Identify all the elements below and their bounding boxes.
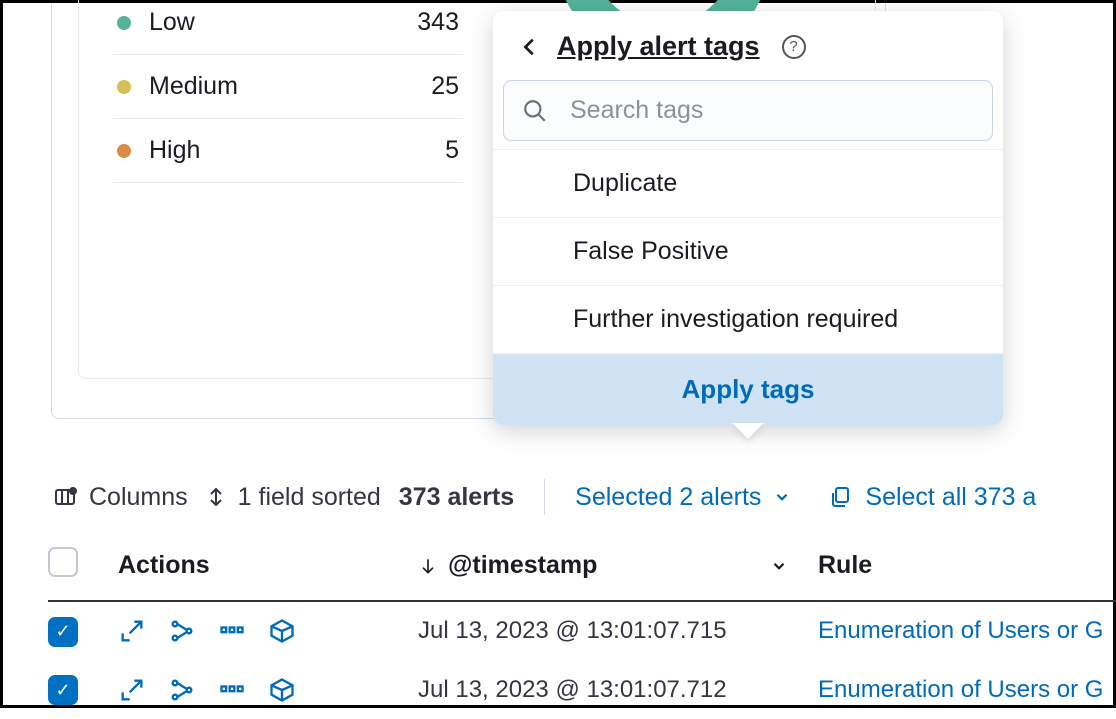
- severity-count: 5: [445, 136, 459, 165]
- header-rule[interactable]: Rule: [818, 551, 1116, 580]
- pages-icon: [829, 485, 853, 509]
- tag-option-duplicate[interactable]: Duplicate: [493, 149, 1003, 217]
- timestamp-cell: Jul 13, 2023 @ 13:01:07.715: [418, 617, 818, 645]
- popover-title: Apply alert tags: [557, 31, 760, 62]
- popover-header: Apply alert tags ?: [493, 11, 1003, 80]
- severity-row-low[interactable]: Low 343: [113, 0, 463, 55]
- severity-label: High: [149, 136, 200, 165]
- actions-cell: [118, 617, 418, 645]
- selected-alerts-button[interactable]: Selected 2 alerts: [575, 483, 791, 512]
- severity-label: Low: [149, 8, 195, 37]
- session-icon[interactable]: [218, 617, 246, 645]
- popover-caret-icon: [732, 423, 764, 439]
- severity-label: Medium: [149, 72, 238, 101]
- session-icon[interactable]: [218, 676, 246, 704]
- chevron-down-icon[interactable]: [770, 557, 788, 575]
- actions-cell: [118, 676, 418, 704]
- severity-count: 25: [431, 72, 459, 101]
- expand-icon[interactable]: [118, 617, 146, 645]
- select-all-label: Select all 373 a: [865, 483, 1036, 512]
- row-checkbox[interactable]: ✓: [48, 675, 78, 705]
- alerts-table: Actions @timestamp Rule ✓ Jul 13, 2023 @…: [48, 533, 1116, 719]
- header-timestamp[interactable]: @timestamp: [418, 551, 818, 580]
- dot-medium-icon: [117, 80, 131, 94]
- arrow-down-icon: [418, 556, 438, 576]
- rule-cell[interactable]: Enumeration of Users or G: [818, 676, 1116, 704]
- rule-cell[interactable]: Enumeration of Users or G: [818, 617, 1116, 645]
- apply-tags-popover: Apply alert tags ? Duplicate False Posit…: [493, 11, 1003, 425]
- selected-label: Selected 2 alerts: [575, 483, 761, 512]
- row-checkbox[interactable]: ✓: [48, 617, 78, 647]
- table-row: ✓ Jul 13, 2023 @ 13:01:07.715 Enumeratio…: [48, 602, 1116, 661]
- severity-count: 343: [417, 8, 459, 37]
- sorted-label: 1 field sorted: [238, 483, 381, 512]
- columns-label: Columns: [89, 483, 188, 512]
- check-icon: ✓: [55, 621, 70, 642]
- help-icon[interactable]: ?: [782, 35, 806, 59]
- table-header: Actions @timestamp Rule: [48, 533, 1116, 602]
- cube-icon[interactable]: [268, 617, 296, 645]
- divider: [544, 479, 545, 515]
- columns-button[interactable]: Columns: [53, 483, 188, 512]
- timestamp-cell: Jul 13, 2023 @ 13:01:07.712: [418, 676, 818, 704]
- chevron-down-icon: [773, 488, 791, 506]
- check-icon: ✓: [55, 680, 70, 701]
- select-all-checkbox[interactable]: [48, 547, 78, 577]
- analyze-icon[interactable]: [168, 617, 196, 645]
- tag-option-further-investigation[interactable]: Further investigation required: [493, 285, 1003, 353]
- sort-icon: [206, 485, 226, 509]
- alert-count: 373 alerts: [399, 483, 514, 512]
- analyze-icon[interactable]: [168, 676, 196, 704]
- apply-tags-button[interactable]: Apply tags: [493, 353, 1003, 425]
- header-actions[interactable]: Actions: [118, 551, 418, 580]
- toolbar: Columns 1 field sorted 373 alerts Select…: [53, 479, 1113, 515]
- search-icon: [522, 98, 548, 124]
- dot-high-icon: [117, 144, 131, 158]
- columns-icon: [53, 485, 77, 509]
- search-tags-input[interactable]: [568, 95, 974, 126]
- severity-row-medium[interactable]: Medium 25: [113, 55, 463, 119]
- severity-list: Low 343 Medium 25 High 5: [113, 0, 463, 183]
- expand-icon[interactable]: [118, 676, 146, 704]
- sort-button[interactable]: 1 field sorted: [206, 483, 381, 512]
- dot-low-icon: [117, 16, 131, 30]
- select-all-button[interactable]: Select all 373 a: [829, 483, 1036, 512]
- search-tags-box[interactable]: [503, 80, 993, 141]
- severity-row-high[interactable]: High 5: [113, 119, 463, 183]
- back-arrow-icon[interactable]: [519, 36, 541, 58]
- tag-option-false-positive[interactable]: False Positive: [493, 217, 1003, 285]
- table-row: ✓ Jul 13, 2023 @ 13:01:07.712 Enumeratio…: [48, 661, 1116, 719]
- cube-icon[interactable]: [268, 676, 296, 704]
- timestamp-label: @timestamp: [448, 551, 597, 580]
